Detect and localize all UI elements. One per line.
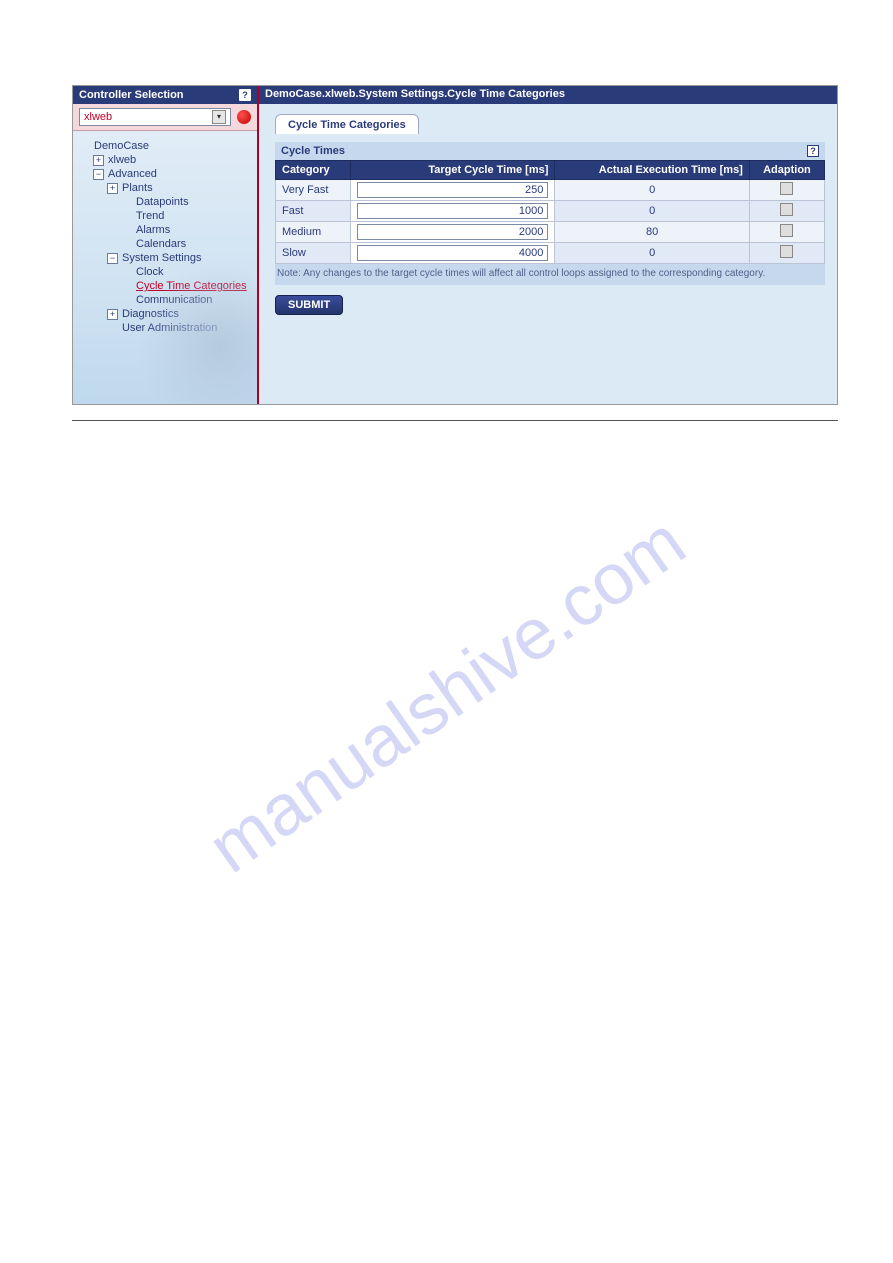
tree-item[interactable]: Datapoints: [121, 195, 251, 209]
header-left-title: Controller Selection: [79, 89, 184, 101]
cell-category: Fast: [276, 201, 351, 222]
tree-expand-icon[interactable]: +: [107, 309, 118, 320]
col-actual: Actual Execution Time [ms]: [555, 161, 749, 180]
watermark: manualshive.com: [194, 500, 700, 889]
panel-title: Cycle Times: [281, 145, 345, 157]
col-category: Category: [276, 161, 351, 180]
cell-actual: 0: [555, 180, 749, 201]
adaption-checkbox[interactable]: [780, 224, 793, 237]
tree-label: User Administration: [122, 322, 217, 334]
tree-label: Clock: [136, 266, 164, 278]
col-target: Target Cycle Time [ms]: [351, 161, 555, 180]
tree-item[interactable]: − Advanced: [93, 167, 251, 181]
tree-collapse-icon[interactable]: −: [93, 169, 104, 180]
col-adaption: Adaption: [749, 161, 824, 180]
tree-label: System Settings: [122, 252, 201, 264]
tree-label: DemoCase: [94, 140, 149, 152]
app-window: Controller Selection ? DemoCase.xlweb.Sy…: [72, 85, 838, 405]
main-content: Cycle Time Categories Cycle Times ? Cate…: [259, 104, 837, 404]
target-input[interactable]: [357, 245, 548, 261]
sidebar: xlweb ▾ DemoCase + xlweb − Advanced: [73, 104, 259, 404]
cell-category: Very Fast: [276, 180, 351, 201]
adaption-checkbox[interactable]: [780, 203, 793, 216]
cell-actual: 80: [555, 222, 749, 243]
table-row: Very Fast 0: [276, 180, 825, 201]
tree-collapse-icon[interactable]: −: [107, 253, 118, 264]
target-input[interactable]: [357, 203, 548, 219]
tree-item-selected[interactable]: Cycle Time Categories: [121, 279, 251, 293]
tree-expand-icon[interactable]: +: [107, 183, 118, 194]
controller-selector[interactable]: xlweb ▾: [79, 108, 231, 126]
tree-item[interactable]: + Diagnostics: [107, 307, 251, 321]
tree-label: Advanced: [108, 168, 157, 180]
tree-item[interactable]: + xlweb: [93, 153, 251, 167]
controller-selector-row: xlweb ▾: [73, 104, 257, 131]
tree-item[interactable]: − System Settings: [107, 251, 251, 265]
controller-selector-value: xlweb: [84, 111, 112, 123]
tab-bar: Cycle Time Categories: [275, 114, 825, 134]
submit-button[interactable]: SUBMIT: [275, 295, 343, 315]
cell-actual: 0: [555, 243, 749, 264]
help-icon[interactable]: ?: [239, 89, 251, 101]
tree-item[interactable]: Clock: [121, 265, 251, 279]
tree-label: Diagnostics: [122, 308, 179, 320]
target-input[interactable]: [357, 182, 548, 198]
header-left: Controller Selection ?: [73, 86, 259, 104]
tree-item[interactable]: Communication: [121, 293, 251, 307]
tree-item[interactable]: + Plants: [107, 181, 251, 195]
body: xlweb ▾ DemoCase + xlweb − Advanced: [73, 104, 837, 404]
tree-label: Communication: [136, 294, 212, 306]
tree-item[interactable]: Alarms: [121, 223, 251, 237]
nav-tree: DemoCase + xlweb − Advanced + Plants Dat…: [73, 131, 257, 343]
breadcrumb: DemoCase.xlweb.System Settings.Cycle Tim…: [259, 86, 837, 104]
header-bar: Controller Selection ? DemoCase.xlweb.Sy…: [73, 86, 837, 104]
adaption-checkbox[interactable]: [780, 245, 793, 258]
table-row: Slow 0: [276, 243, 825, 264]
table-row: Fast 0: [276, 201, 825, 222]
tree-label: Calendars: [136, 238, 186, 250]
status-dot-icon[interactable]: [237, 110, 251, 124]
cycle-times-table: Category Target Cycle Time [ms] Actual E…: [275, 160, 825, 264]
tab-cycle-time-categories[interactable]: Cycle Time Categories: [275, 114, 419, 134]
target-input[interactable]: [357, 224, 548, 240]
table-note: Note: Any changes to the target cycle ti…: [275, 264, 825, 285]
page-divider: [72, 420, 838, 421]
tree-expand-icon[interactable]: +: [93, 155, 104, 166]
adaption-checkbox[interactable]: [780, 182, 793, 195]
tree-item[interactable]: Trend: [121, 209, 251, 223]
tree-label: xlweb: [108, 154, 136, 166]
tree-item[interactable]: User Administration: [107, 321, 251, 335]
table-row: Medium 80: [276, 222, 825, 243]
cell-category: Slow: [276, 243, 351, 264]
chevron-down-icon[interactable]: ▾: [212, 110, 226, 124]
tree-label: Cycle Time Categories: [136, 280, 247, 292]
tree-label: Plants: [122, 182, 153, 194]
cell-actual: 0: [555, 201, 749, 222]
cell-category: Medium: [276, 222, 351, 243]
help-icon[interactable]: ?: [807, 145, 819, 157]
tree-label: Trend: [136, 210, 164, 222]
tree-root[interactable]: DemoCase: [79, 139, 251, 153]
tree-label: Datapoints: [136, 196, 189, 208]
tree-item[interactable]: Calendars: [121, 237, 251, 251]
tree-label: Alarms: [136, 224, 170, 236]
panel-header: Cycle Times ?: [275, 142, 825, 160]
